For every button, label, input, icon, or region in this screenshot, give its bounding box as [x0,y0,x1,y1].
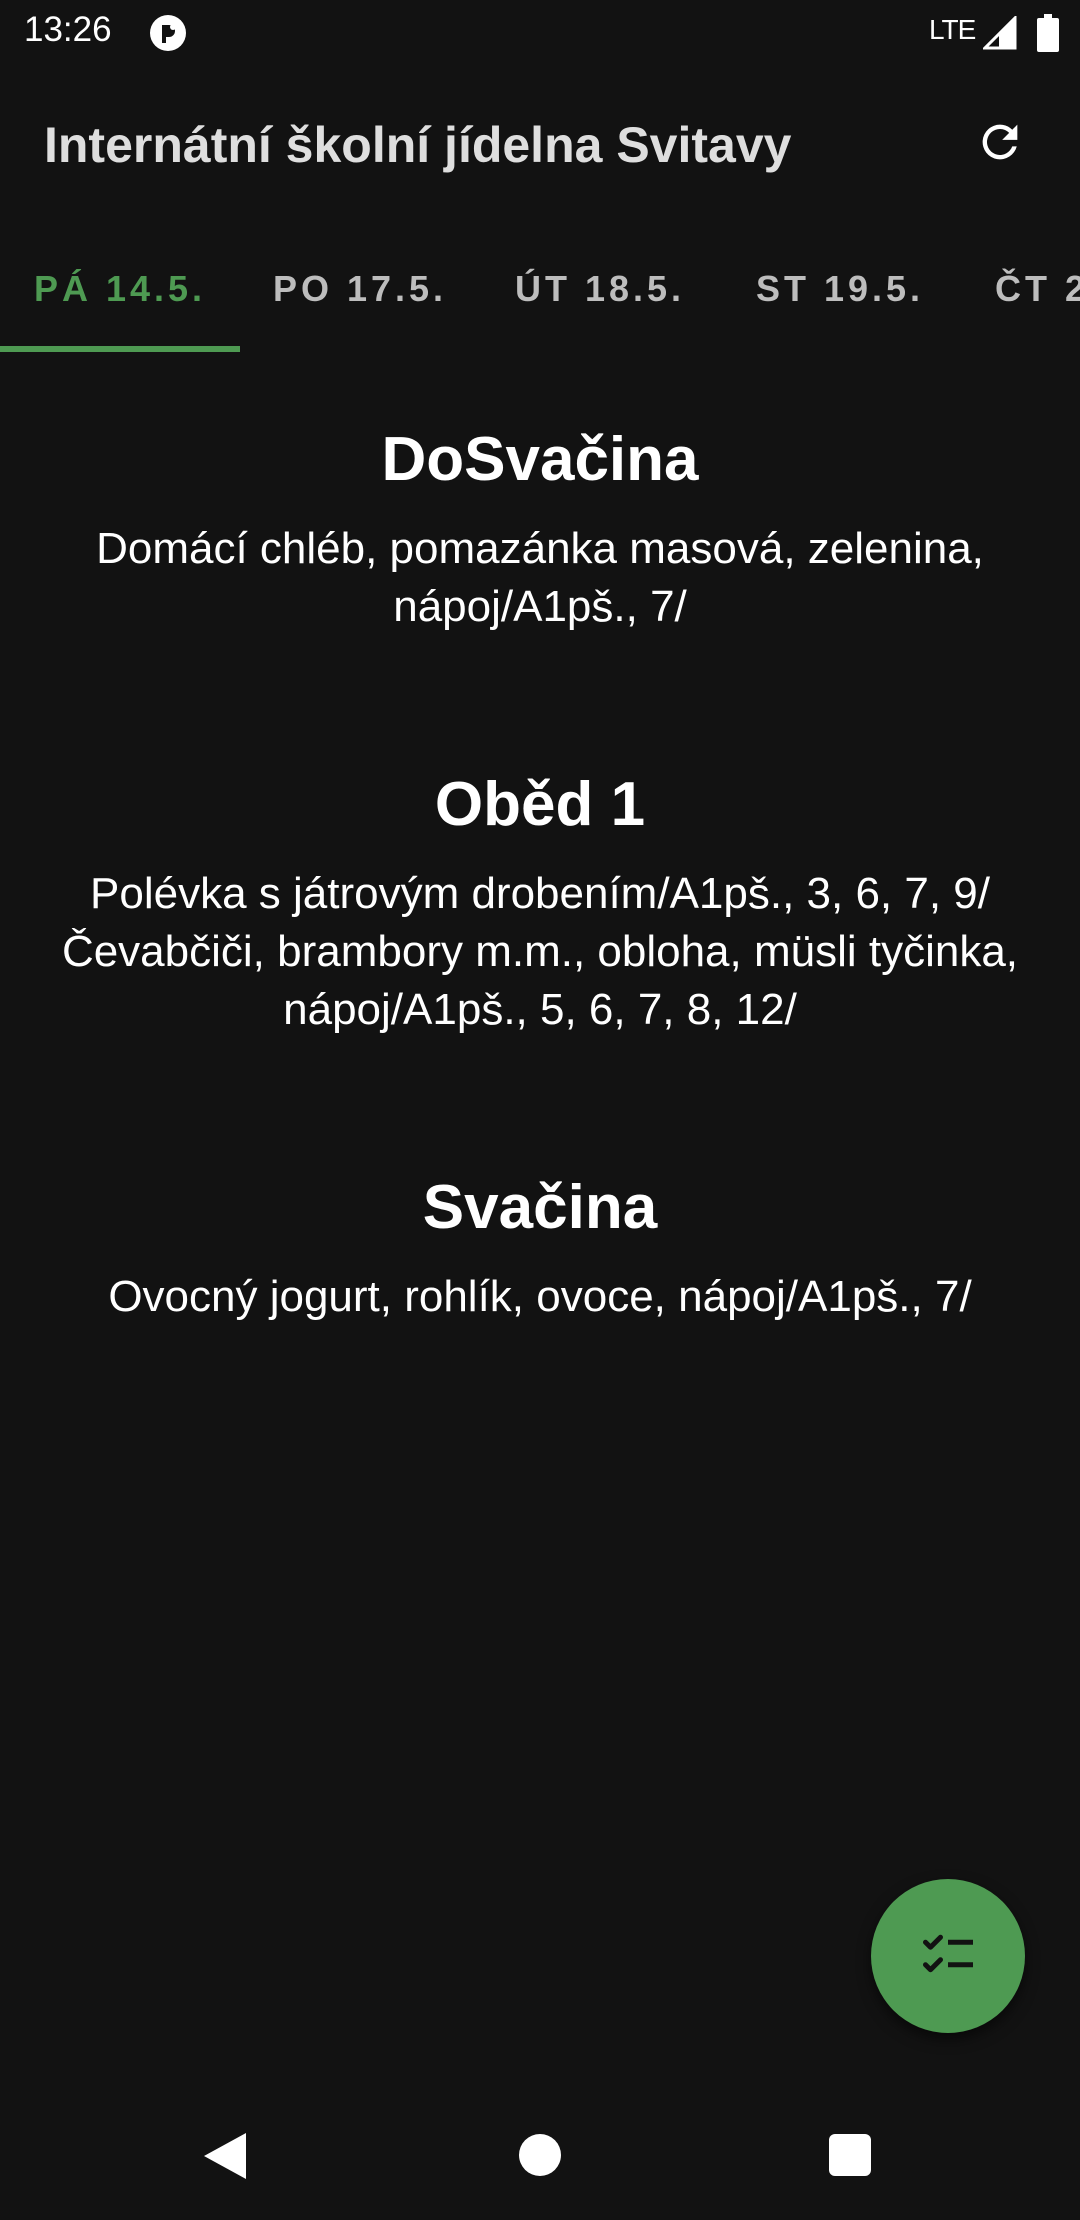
refresh-button[interactable] [968,110,1032,174]
meal-description: Polévka s játrovým drobením/A1pš., 3, 6,… [61,869,1019,1034]
app-title: Internátní školní jídelna Svitavy [44,117,792,173]
battery-icon [1037,14,1059,52]
signal-icon [983,16,1017,50]
tab-day-0[interactable]: PÁ 14.5. [0,226,240,352]
meal-name: Oběd 1 [434,770,646,839]
status-bar: 13:26 LTE [0,0,1080,66]
checklist-icon [923,1934,973,1973]
meal-description: Ovocný jogurt, rohlík, ovoce, nápoj/A1pš… [108,1272,972,1321]
tab-indicator [0,346,240,352]
checklist-fab-button[interactable] [871,1879,1025,2033]
recents-icon[interactable] [829,2134,871,2176]
status-time: 13:26 [24,10,112,49]
refresh-icon [982,124,1018,160]
network-type: LTE [929,14,976,45]
meal-item: Svačina Ovocný jogurt, rohlík, ovoce, ná… [40,1170,1040,1326]
home-icon[interactable] [519,2134,561,2176]
meal-description: Domácí chléb, pomazánka masová, zelenina… [96,524,984,631]
meal-item: Oběd 1 Polévka s játrovým drobením/A1pš.… [40,767,1040,1039]
day-tabs: PÁ 14.5. PO 17.5. ÚT 18.5. ST 19.5. ČT 2… [0,226,1080,352]
meal-name: Svačina [422,1173,658,1242]
meal-item: DoSvačina Domácí chléb, pomazánka masová… [40,422,1040,636]
app-notification-icon [150,15,186,51]
tab-day-1[interactable]: PO 17.5. [240,226,480,352]
meal-name: DoSvačina [381,425,699,494]
tab-day-2[interactable]: ÚT 18.5. [480,226,720,352]
back-icon[interactable] [202,2131,248,2181]
tab-day-4[interactable]: ČT 20.5. [960,226,1080,352]
navigation-bar [0,2090,1080,2220]
app-screen: 13:26 LTE Internátní školní jídelna Svit… [0,0,1080,2220]
tab-day-3[interactable]: ST 19.5. [720,226,960,352]
app-bar: Internátní školní jídelna Svitavy [0,66,1080,226]
